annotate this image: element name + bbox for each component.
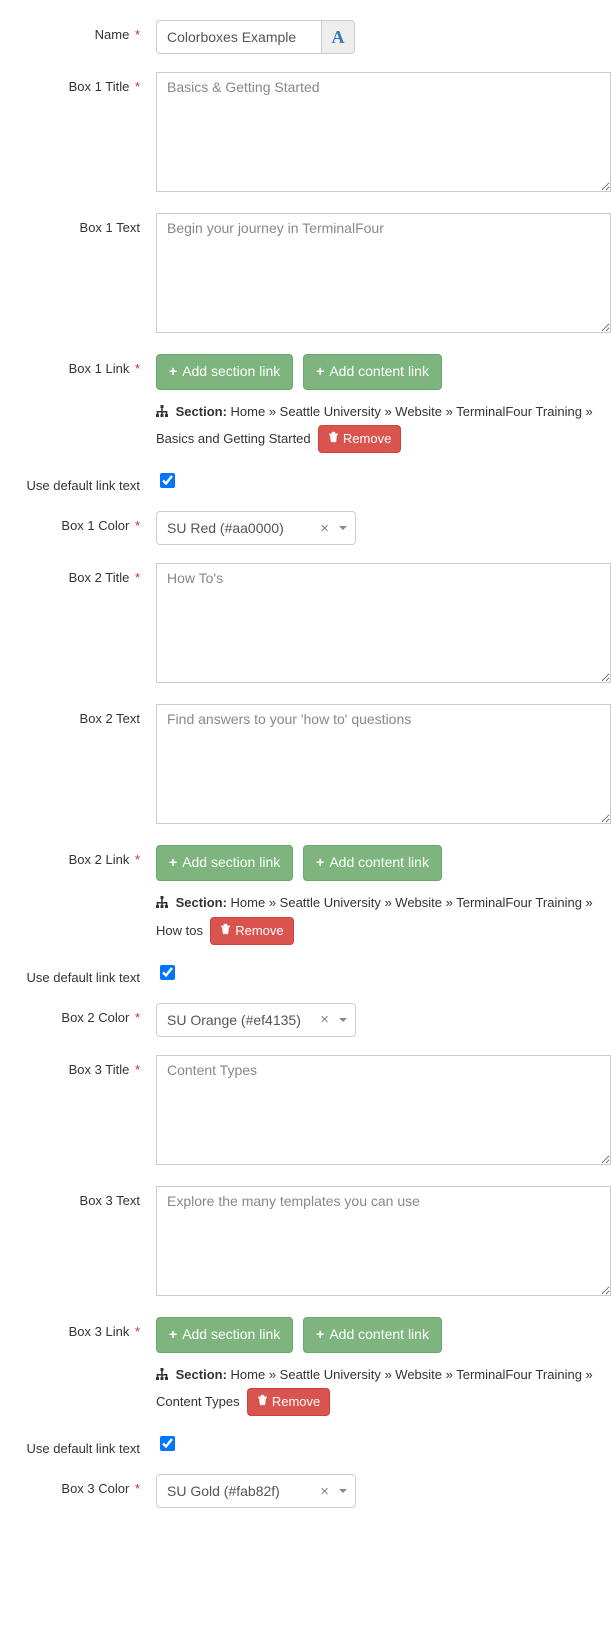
box3-text-input[interactable]: [156, 1186, 611, 1296]
box1-default-link-checkbox[interactable]: [160, 473, 175, 488]
sitemap-icon: [156, 1364, 168, 1389]
select-value: SU Gold (#fab82f): [167, 1483, 280, 1499]
box3-link-label: Box 3 Link *: [0, 1317, 156, 1416]
box1-text-label: Box 1 Text: [0, 213, 156, 336]
plus-icon: +: [316, 362, 324, 382]
box2-default-link-checkbox[interactable]: [160, 965, 175, 980]
remove-button[interactable]: Remove: [247, 1388, 330, 1416]
box3-color-label: Box 3 Color *: [0, 1474, 156, 1508]
box1-section-path: Section: Home » Seattle University » Web…: [156, 400, 611, 454]
clear-icon[interactable]: ×: [314, 1011, 335, 1028]
box1-title-label: Box 1 Title *: [0, 72, 156, 195]
add-section-link-button[interactable]: +Add section link: [156, 1317, 293, 1353]
box3-title-label: Box 3 Title *: [0, 1055, 156, 1168]
name-label-text: Name: [95, 27, 130, 42]
box3-default-link-label: Use default link text: [0, 1434, 156, 1456]
box2-title-label: Box 2 Title *: [0, 563, 156, 686]
plus-icon: +: [169, 1325, 177, 1345]
add-section-link-button[interactable]: +Add section link: [156, 845, 293, 881]
box1-default-link-label: Use default link text: [0, 471, 156, 493]
box3-title-input[interactable]: [156, 1055, 611, 1165]
name-input[interactable]: [156, 20, 321, 54]
add-content-link-button[interactable]: +Add content link: [303, 354, 442, 390]
box2-link-label: Box 2 Link *: [0, 845, 156, 944]
box2-color-select[interactable]: SU Orange (#ef4135) ×: [156, 1003, 356, 1037]
add-content-link-button[interactable]: +Add content link: [303, 845, 442, 881]
box2-color-label: Box 2 Color *: [0, 1003, 156, 1037]
font-icon[interactable]: A: [321, 20, 355, 54]
box3-section-path: Section: Home » Seattle University » Web…: [156, 1363, 611, 1417]
clear-icon[interactable]: ×: [314, 1483, 335, 1500]
box1-text-input[interactable]: [156, 213, 611, 333]
plus-icon: +: [169, 362, 177, 382]
box2-default-link-label: Use default link text: [0, 963, 156, 985]
chevron-down-icon[interactable]: [339, 1018, 347, 1022]
sitemap-icon: [156, 892, 168, 917]
trash-icon: [257, 1393, 268, 1411]
box1-color-select[interactable]: SU Red (#aa0000) ×: [156, 511, 356, 545]
remove-button[interactable]: Remove: [318, 425, 401, 453]
box3-default-link-checkbox[interactable]: [160, 1436, 175, 1451]
box3-color-select[interactable]: SU Gold (#fab82f) ×: [156, 1474, 356, 1508]
remove-button[interactable]: Remove: [210, 917, 293, 945]
box2-text-label: Box 2 Text: [0, 704, 156, 827]
clear-icon[interactable]: ×: [314, 520, 335, 537]
name-label: Name *: [0, 20, 156, 54]
box1-link-label: Box 1 Link *: [0, 354, 156, 453]
plus-icon: +: [316, 1325, 324, 1345]
select-value: SU Red (#aa0000): [167, 520, 284, 536]
box1-title-input[interactable]: [156, 72, 611, 192]
plus-icon: +: [169, 853, 177, 873]
sitemap-icon: [156, 401, 168, 426]
add-content-link-button[interactable]: +Add content link: [303, 1317, 442, 1353]
required-mark: *: [131, 27, 140, 42]
add-section-link-button[interactable]: +Add section link: [156, 354, 293, 390]
box2-section-path: Section: Home » Seattle University » Web…: [156, 891, 611, 945]
select-value: SU Orange (#ef4135): [167, 1012, 301, 1028]
trash-icon: [328, 430, 339, 448]
box2-text-input[interactable]: [156, 704, 611, 824]
plus-icon: +: [316, 853, 324, 873]
box3-text-label: Box 3 Text: [0, 1186, 156, 1299]
box1-color-label: Box 1 Color *: [0, 511, 156, 545]
chevron-down-icon[interactable]: [339, 1489, 347, 1493]
box2-title-input[interactable]: [156, 563, 611, 683]
chevron-down-icon[interactable]: [339, 526, 347, 530]
trash-icon: [220, 922, 231, 940]
